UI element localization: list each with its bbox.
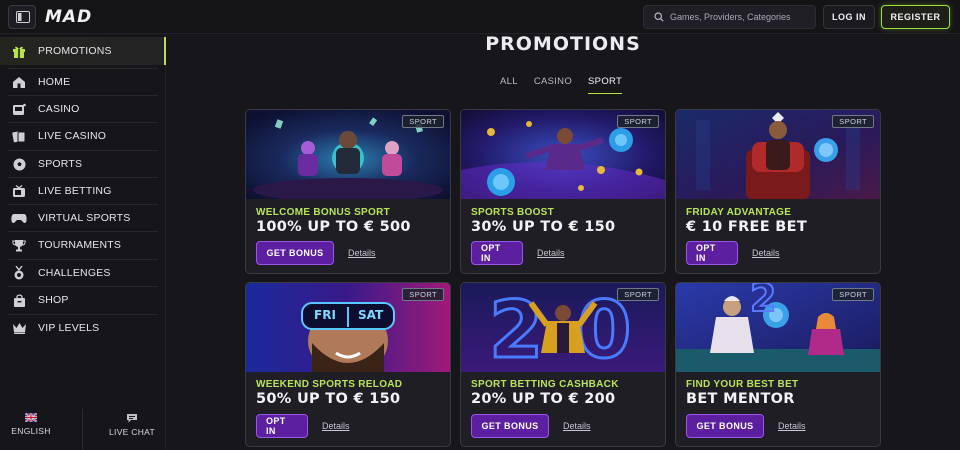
shop-bag-icon bbox=[0, 293, 38, 307]
sidebar-item-tournaments[interactable]: TOURNAMENTS bbox=[0, 232, 160, 258]
sidebar-item-label: CHALLENGES bbox=[38, 267, 111, 279]
sat-text: SAT bbox=[358, 308, 384, 322]
home-icon bbox=[0, 76, 38, 88]
promo-headline: BET MENTOR bbox=[686, 391, 795, 407]
promo-headline: € 10 FREE BET bbox=[686, 219, 808, 235]
promo-subtitle: WEEKEND SPORTS RELOAD bbox=[256, 379, 403, 390]
sidebar-item-label: TOURNAMENTS bbox=[38, 239, 122, 251]
chat-bubble-icon bbox=[127, 414, 137, 423]
promo-card: FRI SAT SPORT WEEKEND SPORTS RELOAD 50% … bbox=[245, 282, 451, 447]
promo-card: SPORT WELCOME BONUS SPORT 100% UP TO € 5… bbox=[245, 109, 451, 274]
search-icon bbox=[654, 12, 664, 22]
live-chat-label: LIVE CHAT bbox=[109, 427, 155, 437]
get-bonus-button[interactable]: GET BONUS bbox=[471, 414, 549, 438]
sport-badge: SPORT bbox=[832, 115, 874, 128]
sidebar-item-live-betting[interactable]: LIVE BETTING bbox=[0, 178, 160, 204]
top-bar: MAD LOG IN REGISTER bbox=[0, 0, 960, 34]
details-link[interactable]: Details bbox=[778, 421, 806, 431]
sidebar: PROMOTIONS HOME CASINO LIVE CASINO SPORT… bbox=[0, 34, 166, 450]
tab-sport[interactable]: SPORT bbox=[588, 76, 623, 94]
promo-headline: 20% UP TO € 200 bbox=[471, 391, 616, 407]
casino-icon bbox=[0, 103, 38, 116]
opt-in-button[interactable]: OPT IN bbox=[471, 241, 523, 265]
details-link[interactable]: Details bbox=[322, 421, 350, 431]
svg-text:2: 2 bbox=[750, 283, 776, 320]
promo-headline: 100% UP TO € 500 bbox=[256, 219, 411, 235]
sport-badge: SPORT bbox=[617, 288, 659, 301]
sidebar-item-label: LIVE BETTING bbox=[38, 185, 112, 197]
details-link[interactable]: Details bbox=[752, 248, 780, 258]
search-input[interactable] bbox=[670, 12, 810, 22]
details-link[interactable]: Details bbox=[563, 421, 591, 431]
tv-icon bbox=[0, 184, 38, 198]
sidebar-item-label: LIVE CASINO bbox=[38, 130, 107, 142]
gamepad-icon bbox=[0, 213, 38, 224]
opt-in-button[interactable]: OPT IN bbox=[686, 241, 738, 265]
sidebar-item-casino[interactable]: CASINO bbox=[0, 96, 160, 122]
sidebar-item-label: SPORTS bbox=[38, 158, 83, 170]
sidebar-item-label: VIP LEVELS bbox=[38, 322, 100, 334]
trophy-icon bbox=[0, 239, 38, 252]
sidebar-footer: ENGLISH LIVE CHAT bbox=[0, 409, 166, 450]
cards-icon bbox=[0, 130, 38, 143]
sidebar-item-label: CASINO bbox=[38, 103, 80, 115]
promo-card: 2 SPORT FIND YOUR BEST BET BET MENTOR GE… bbox=[675, 282, 881, 447]
promo-subtitle: SPORT BETTING CASHBACK bbox=[471, 379, 619, 390]
language-selector[interactable]: ENGLISH bbox=[0, 413, 72, 436]
promo-card: SPORT FRIDAY ADVANTAGE € 10 FREE BET OPT… bbox=[675, 109, 881, 274]
sport-badge: SPORT bbox=[402, 115, 444, 128]
language-label: ENGLISH bbox=[11, 426, 51, 436]
promo-headline: 50% UP TO € 150 bbox=[256, 391, 401, 407]
live-chat-button[interactable]: LIVE CHAT bbox=[91, 413, 173, 437]
sidebar-item-home[interactable]: HOME bbox=[0, 69, 160, 95]
sidebar-item-label: VIRTUAL SPORTS bbox=[38, 212, 131, 224]
register-button[interactable]: REGISTER bbox=[881, 5, 950, 29]
crown-icon bbox=[0, 322, 38, 334]
logo[interactable]: MAD bbox=[45, 7, 92, 27]
promo-tabs: ALL CASINO SPORT bbox=[500, 76, 623, 94]
page-title: PROMOTIONS bbox=[485, 33, 641, 55]
sidebar-item-virtual-sports[interactable]: VIRTUAL SPORTS bbox=[0, 205, 160, 231]
sidebar-item-label: HOME bbox=[38, 76, 71, 88]
fri-text: FRI bbox=[314, 308, 336, 322]
sidebar-item-shop[interactable]: SHOP bbox=[0, 287, 160, 313]
sport-badge: SPORT bbox=[402, 288, 444, 301]
sport-badge: SPORT bbox=[832, 288, 874, 301]
sport-badge: SPORT bbox=[617, 115, 659, 128]
login-button[interactable]: LOG IN bbox=[823, 5, 875, 29]
medal-icon bbox=[0, 266, 38, 280]
search-bar[interactable] bbox=[643, 5, 816, 29]
tab-casino[interactable]: CASINO bbox=[534, 76, 572, 94]
details-link[interactable]: Details bbox=[348, 248, 376, 258]
promo-subtitle: FIND YOUR BEST BET bbox=[686, 379, 799, 390]
gift-icon bbox=[0, 45, 38, 58]
promo-headline: 30% UP TO € 150 bbox=[471, 219, 616, 235]
uk-flag-icon bbox=[25, 413, 37, 422]
tab-all[interactable]: ALL bbox=[500, 76, 518, 94]
sidebar-item-promotions[interactable]: PROMOTIONS bbox=[0, 38, 160, 64]
sidebar-item-challenges[interactable]: CHALLENGES bbox=[0, 260, 160, 286]
sidebar-toggle-button[interactable] bbox=[8, 5, 36, 29]
promo-subtitle: WELCOME BONUS SPORT bbox=[256, 207, 391, 218]
promo-subtitle: FRIDAY ADVANTAGE bbox=[686, 207, 792, 218]
opt-in-button[interactable]: OPT IN bbox=[256, 414, 308, 438]
sidebar-toggle-icon bbox=[16, 11, 30, 23]
details-link[interactable]: Details bbox=[537, 248, 565, 258]
divider bbox=[82, 409, 83, 450]
promo-subtitle: SPORTS BOOST bbox=[471, 207, 555, 218]
promo-card: SPORT SPORTS BOOST 30% UP TO € 150 OPT I… bbox=[460, 109, 666, 274]
sidebar-item-label: SHOP bbox=[38, 294, 69, 306]
svg-text:2: 2 bbox=[489, 286, 543, 372]
sidebar-item-label: PROMOTIONS bbox=[38, 45, 112, 57]
get-bonus-button[interactable]: GET BONUS bbox=[256, 241, 334, 265]
sidebar-item-sports[interactable]: SPORTS bbox=[0, 151, 160, 177]
sidebar-item-vip-levels[interactable]: VIP LEVELS bbox=[0, 315, 160, 341]
get-bonus-button[interactable]: GET BONUS bbox=[686, 414, 764, 438]
promo-card: 2 0 SPORT SPORT BETTING CASHBACK 20% UP … bbox=[460, 282, 666, 447]
sidebar-item-live-casino[interactable]: LIVE CASINO bbox=[0, 123, 160, 149]
soccer-ball-icon bbox=[0, 158, 38, 171]
